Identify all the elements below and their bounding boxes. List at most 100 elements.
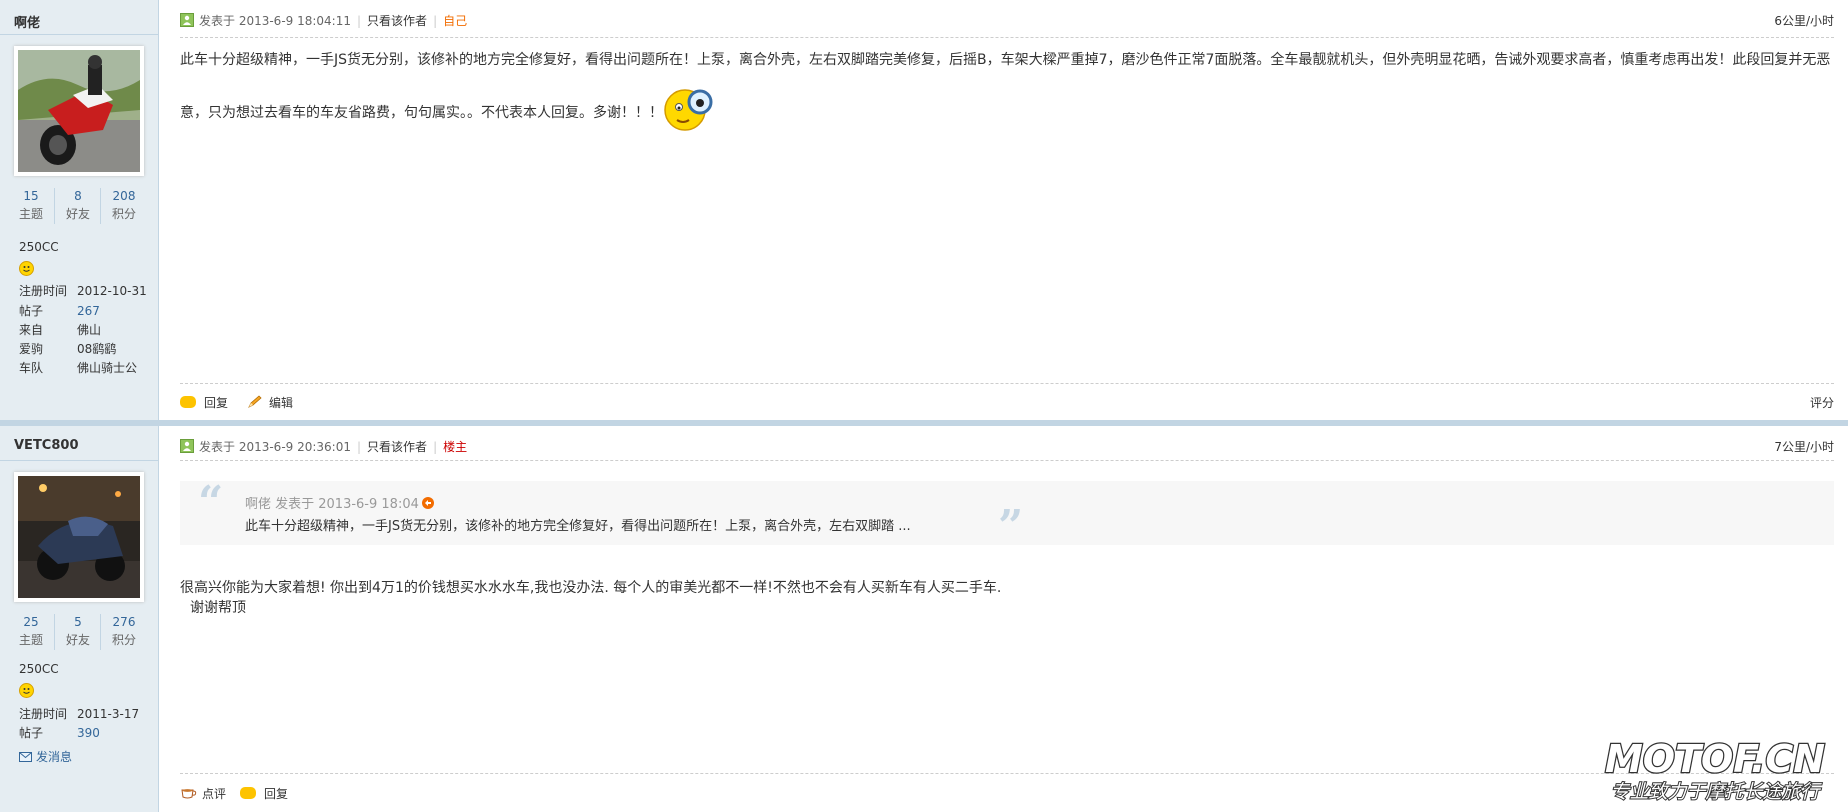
profile-key: 车队: [19, 361, 44, 375]
stat-number: 25: [23, 615, 39, 629]
stat-label: 主题: [18, 207, 43, 221]
post-body-line: 很高兴你能为大家着想! 你出到4万1的价钱想买水水水车,我也没办法. 每个人的审…: [180, 580, 1002, 596]
avatar[interactable]: [18, 50, 140, 172]
reply-button[interactable]: 回复: [180, 394, 228, 411]
floor-number[interactable]: 7公里/小时: [1774, 438, 1834, 455]
stat-label: 主题: [18, 633, 43, 647]
site-watermark: MOTOF.CN 专业致力于摩托长途旅行: [1590, 736, 1840, 806]
pencil-icon: [247, 395, 263, 408]
post-time: 发表于 2013-6-9 18:04:11: [199, 14, 351, 28]
divider: [0, 34, 158, 35]
self-tag: 自己: [443, 14, 468, 28]
quote-body: 此车十分超级精神，一手JS货无分别，该修补的地方完全修复好，看得出问题所在！上泵…: [245, 519, 911, 534]
comment-label: 点评: [202, 787, 227, 801]
avatar[interactable]: [18, 476, 140, 598]
profile-row: 车队 佛山骑士公: [19, 360, 137, 376]
post-meta: 发表于 2013-6-9 20:36:01 | 只看该作者 | 楼主: [199, 438, 467, 455]
jump-to-post-icon[interactable]: [421, 497, 434, 509]
author-sidebar: VETC800 25 主题 5 好友 276 积分 250CC 注册时间 201…: [0, 426, 159, 812]
profile-key: 爱驹: [19, 342, 44, 356]
profile-value: 佛山骑士公: [77, 361, 138, 375]
user-level: 250CC: [19, 240, 59, 254]
post-header: 发表于 2013-6-9 18:04:11 | 只看该作者 | 自己 6公里/小时: [180, 10, 1834, 32]
user-level: 250CC: [19, 662, 59, 676]
stat-topics[interactable]: 25 主题: [8, 614, 54, 650]
profile-key: 帖子: [19, 726, 44, 740]
divider: [180, 37, 1834, 38]
profile-value: 佛山: [77, 323, 102, 337]
profile-row: 爱驹 08鹞鹞: [19, 341, 116, 357]
profile-value: 2012-10-31: [77, 284, 147, 298]
stat-points[interactable]: 276 积分: [100, 614, 147, 650]
level-smiley-icon: [19, 683, 34, 698]
separator: |: [357, 14, 362, 28]
watermark-brand: MOTOF.CN: [1605, 737, 1825, 781]
stat-number: 208: [112, 189, 136, 203]
reply-bubble-icon: [240, 787, 256, 799]
quote-meta: 啊佬 发表于 2013-6-9 18:04: [245, 493, 434, 512]
avatar-frame[interactable]: [14, 472, 144, 602]
post-time: 发表于 2013-6-9 20:36:01: [199, 440, 351, 454]
open-quote-icon: “: [198, 477, 224, 528]
profile-posts-link[interactable]: 267: [77, 303, 100, 319]
stat-number: 5: [74, 615, 82, 629]
comment-button[interactable]: 点评: [180, 785, 226, 802]
forum-post: 啊佬 15 主题 8 好友 208 积分 250CC 注册时间 2012-10-…: [0, 0, 1848, 420]
stat-friends[interactable]: 8 好友: [54, 188, 101, 224]
profile-posts-link[interactable]: 390: [77, 725, 100, 741]
profile-key: 注册时间: [19, 707, 68, 721]
user-stats: 25 主题 5 好友 276 积分: [8, 614, 146, 650]
watermark-slogan: 专业致力于摩托长途旅行: [1610, 781, 1822, 803]
stat-label: 好友: [65, 633, 90, 647]
profile-value: 2011-3-17: [77, 707, 140, 721]
stat-number: 276: [112, 615, 136, 629]
avatar-frame[interactable]: [14, 46, 144, 176]
envelope-icon: [19, 752, 32, 762]
separator: |: [433, 440, 438, 454]
profile-key: 注册时间: [19, 284, 68, 298]
edit-label: 编辑: [269, 396, 294, 410]
separator: |: [433, 14, 438, 28]
edit-button[interactable]: 编辑: [247, 394, 293, 411]
stat-points[interactable]: 208 积分: [100, 188, 147, 224]
post-content: 发表于 2013-6-9 20:36:01 | 只看该作者 | 楼主 7公里/小时 “ …: [180, 426, 1834, 812]
profile-row: 注册时间 2011-3-17: [19, 706, 139, 722]
profile-row: 来自 佛山: [19, 322, 101, 338]
divider: [180, 773, 1834, 774]
forum-post: VETC800 25 主题 5 好友 276 积分 250CC 注册时间 201…: [0, 426, 1848, 812]
rate-button[interactable]: 评分: [1810, 394, 1834, 411]
profile-row: 注册时间 2012-10-31: [19, 283, 147, 299]
reply-bubble-icon: [180, 396, 196, 408]
only-author-link[interactable]: 只看该作者: [367, 440, 427, 454]
user-stats: 15 主题 8 好友 208 积分: [8, 188, 146, 224]
stat-topics[interactable]: 15 主题: [8, 188, 54, 224]
online-status-icon: [180, 13, 194, 27]
profile-row: 帖子 390: [19, 725, 100, 741]
profile-key: 帖子: [19, 304, 44, 318]
online-status-icon: [180, 439, 194, 453]
post-body-text: 意，只为想过去看车的车友省路费，句句属实。。不代表本人回复。多谢！！！: [180, 105, 663, 121]
author-name[interactable]: 啊佬: [14, 12, 40, 31]
post-body-line: 意，只为想过去看车的车友省路费，句句属实。。不代表本人回复。多谢！！！: [180, 88, 1834, 132]
quote-block: “ 啊佬 发表于 2013-6-9 18:04 此车十分超级精神，一手JS货无分…: [180, 477, 1834, 552]
stat-number: 15: [23, 189, 39, 203]
post-meta: 发表于 2013-6-9 18:04:11 | 只看该作者 | 自己: [199, 12, 467, 29]
reply-button[interactable]: 回复: [240, 785, 288, 802]
stat-label: 积分: [111, 207, 136, 221]
only-author-link[interactable]: 只看该作者: [367, 14, 427, 28]
profile-key: 来自: [19, 323, 44, 337]
author-sidebar: 啊佬 15 主题 8 好友 208 积分 250CC 注册时间 2012-10-…: [0, 0, 159, 420]
profile-value: 08鹞鹞: [77, 342, 117, 356]
send-message-link[interactable]: 发消息: [19, 748, 72, 765]
divider: [0, 460, 158, 461]
separator: |: [357, 440, 362, 454]
quote-author-time: 啊佬 发表于 2013-6-9 18:04: [245, 497, 419, 512]
post-body-line: 此车十分超级精神，一手JS货无分别，该修补的地方完全修复好，看得出问题所在！上泵…: [180, 52, 1831, 68]
profile-row: 帖子 267: [19, 303, 100, 319]
author-name[interactable]: VETC800: [14, 438, 79, 453]
magnifier-smiley-icon: [663, 88, 713, 138]
divider: [180, 460, 1834, 461]
floor-number[interactable]: 6公里/小时: [1774, 12, 1834, 29]
level-smiley-icon: [19, 261, 34, 276]
stat-friends[interactable]: 5 好友: [54, 614, 101, 650]
